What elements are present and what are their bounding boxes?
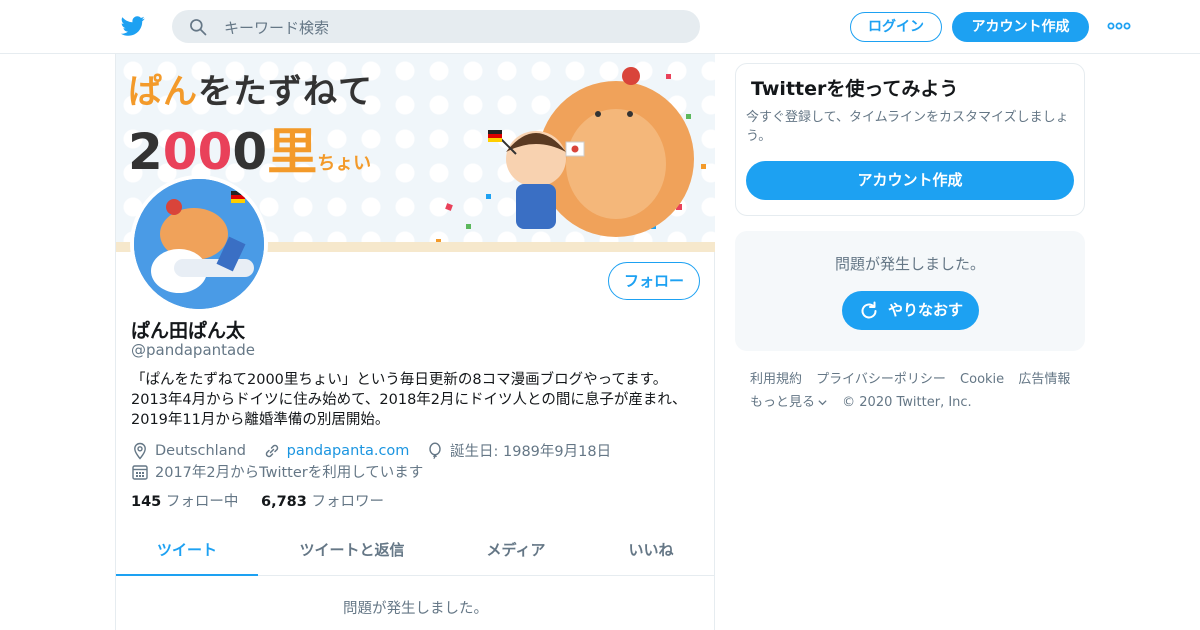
profile-birthday: 誕生日: 1989年9月18日 — [450, 444, 612, 460]
twitter-bird-icon[interactable] — [120, 14, 146, 38]
footer-copyright: © 2020 Twitter, Inc. — [842, 395, 972, 410]
bio-line: 「ぱんをたずねて2000里ちょい」という毎日更新の8コマ漫画ブログやってます。 — [131, 372, 668, 388]
footer-links: 利用規約 プライバシーポリシー Cookie 広告情報 もっと見る © 2020… — [750, 368, 1090, 414]
tab-media[interactable]: メディア — [446, 526, 586, 576]
more-dots-icon[interactable] — [1106, 16, 1132, 36]
banner-title-line1: ぱんをたずねて — [128, 72, 373, 112]
footer-link-terms[interactable]: 利用規約 — [750, 372, 802, 387]
bio-line: 2019年11月から離婚準備の別居開始。 — [131, 412, 390, 428]
profile-avatar[interactable] — [130, 175, 268, 313]
profile-handle[interactable]: @pandapantade — [131, 341, 255, 359]
retry-button[interactable]: やりなおす — [842, 291, 979, 330]
footer-link-cookie[interactable]: Cookie — [960, 372, 1004, 387]
login-button[interactable]: ログイン — [850, 12, 942, 42]
tab-tweets-and-replies[interactable]: ツイートと返信 — [282, 526, 422, 576]
top-navigation-bar: キーワード検索 ログイン アカウント作成 — [0, 0, 1200, 54]
tab-tweets[interactable]: ツイート — [116, 526, 258, 576]
profile-tabs: ツイート ツイートと返信 メディア いいね — [116, 526, 715, 576]
promo-card-text: 今すぐ登録して、タイムラインをカスタマイズしましょう。 — [746, 110, 1069, 144]
profile-location: Deutschland — [155, 442, 246, 459]
footer-more-link[interactable]: もっと見る — [750, 395, 828, 410]
location-pin-icon — [134, 442, 146, 460]
sidebar-error-card: 問題が発生しました。 やりなおす — [735, 231, 1085, 351]
follow-button[interactable]: フォロー — [608, 262, 700, 300]
follow-counts: 145 フォロー中 6,783 フォロワー — [131, 490, 384, 511]
search-input[interactable]: キーワード検索 — [224, 17, 329, 38]
followers-count: 6,783 — [261, 494, 307, 510]
profile-meta: Deutschland pandapanta.com 誕生日: 1989年9月1… — [131, 440, 611, 461]
followers-link[interactable]: 6,783 フォロワー — [261, 494, 384, 510]
banner-title-line2: 2000里ちょい — [128, 123, 372, 181]
profile-joined: 2017年2月からTwitterを利用しています — [155, 465, 424, 481]
link-icon — [265, 444, 278, 457]
profile-column: ぱんをたずねて 2000里ちょい フォロー ぱん田ぱん太 @pandapanta… — [115, 54, 715, 630]
profile-bio: 「ぱんをたずねて2000里ちょい」という毎日更新の8コマ漫画ブログやってます。 … — [131, 370, 701, 430]
calendar-icon — [132, 464, 148, 480]
footer-link-ads[interactable]: 広告情報 — [1018, 372, 1070, 387]
signup-promo-card: Twitterを使ってみよう 今すぐ登録して、タイムラインをカスタマイズしましょ… — [735, 63, 1085, 216]
tab-likes[interactable]: いいね — [586, 526, 716, 576]
refresh-icon — [861, 301, 877, 319]
followers-label: フォロワー — [311, 494, 384, 510]
promo-card-title: Twitterを使ってみよう — [751, 78, 959, 100]
following-label: フォロー中 — [165, 494, 239, 510]
footer-more-label: もっと見る — [750, 395, 816, 410]
search-box[interactable]: キーワード検索 — [172, 10, 700, 43]
profile-name: ぱん田ぱん太 — [131, 320, 246, 342]
search-icon — [190, 19, 207, 36]
profile-website-link[interactable]: pandapanta.com — [287, 443, 410, 459]
promo-signup-button[interactable]: アカウント作成 — [746, 161, 1074, 200]
banner-illustration — [436, 67, 706, 244]
following-count: 145 — [131, 494, 162, 510]
footer-link-privacy[interactable]: プライバシーポリシー — [816, 372, 946, 387]
retry-label: やりなおす — [888, 301, 964, 319]
following-link[interactable]: 145 フォロー中 — [131, 494, 243, 510]
chevron-down-icon — [818, 400, 827, 406]
bio-line: 2013年4月からドイツに住み始めて、2018年2月にドイツ人との間に息子が産ま… — [131, 392, 687, 408]
sidebar-error-message: 問題が発生しました。 — [834, 255, 985, 273]
profile-joined-row: 2017年2月からTwitterを利用しています — [131, 461, 423, 482]
signup-button[interactable]: アカウント作成 — [952, 12, 1089, 42]
balloon-icon — [429, 441, 441, 459]
timeline-error-message: 問題が発生しました。 — [343, 601, 488, 617]
